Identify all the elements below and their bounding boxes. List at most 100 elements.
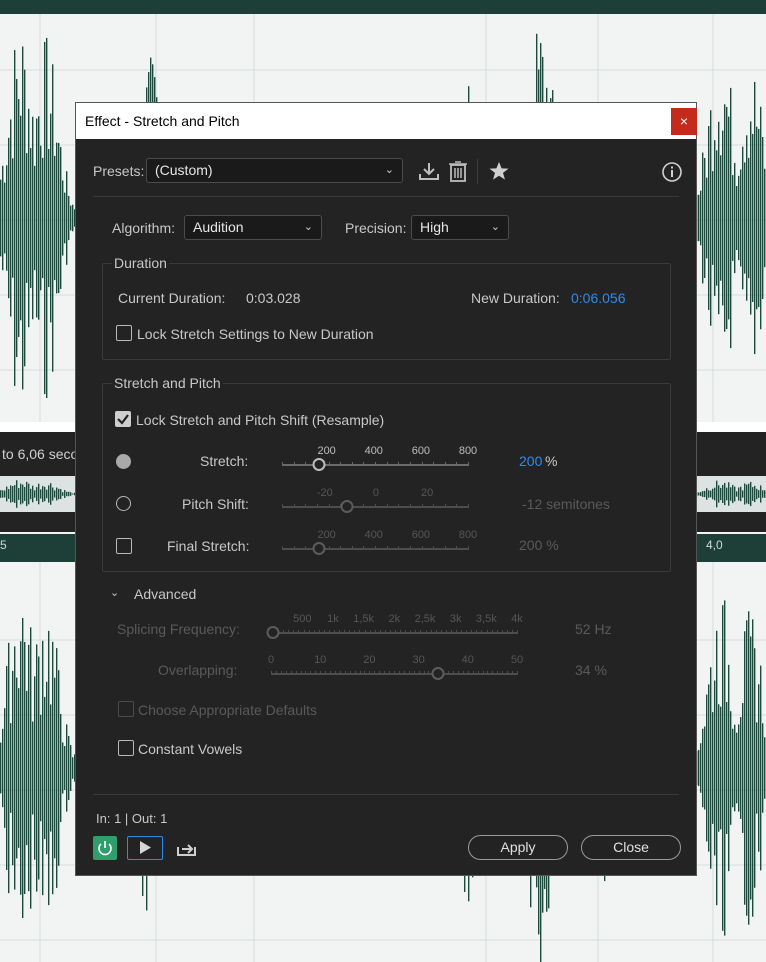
slider-tick [340, 462, 342, 466]
slider-tick [398, 546, 400, 550]
splicing-slider[interactable]: 500 1k 1,5k 2k 2,5k 3k 3,5k 4k [266, 613, 523, 643]
loop-icon[interactable] [175, 838, 199, 858]
algorithm-value: Audition [193, 219, 244, 235]
window-close-button[interactable]: × [671, 108, 697, 135]
overlapping-slider[interactable]: 0 10 20 30 40 50 [268, 654, 523, 684]
presets-dropdown[interactable]: (Custom) ⌄ [146, 158, 403, 183]
slider-tick [328, 462, 330, 466]
slider-tick [413, 671, 415, 675]
pitch-label: Pitch Shift: [182, 496, 249, 512]
slider-tick-label: 3,5k [475, 613, 497, 625]
slider-tick [364, 630, 366, 634]
slider-tick [359, 671, 361, 675]
slider-tick [300, 671, 302, 675]
slider-tick [487, 671, 489, 675]
lock-resample-checkbox[interactable] [115, 411, 131, 427]
final-stretch-slider[interactable]: 200 400 600 800 [282, 529, 477, 559]
slider-tick [375, 504, 376, 508]
slider-tick [386, 546, 388, 550]
final-stretch-checkbox[interactable] [116, 538, 132, 554]
slider-thumb[interactable] [340, 500, 354, 513]
slider-tick [433, 546, 435, 550]
slider-thumb[interactable] [312, 542, 326, 555]
trash-icon[interactable] [448, 160, 468, 182]
slider-tick [517, 630, 518, 634]
stretch-label: Stretch: [200, 453, 249, 469]
slider-tick-label: 600 [411, 445, 431, 457]
slider-tick [507, 671, 509, 675]
slider-thumb[interactable] [431, 667, 445, 680]
slider-tick [285, 671, 287, 675]
slider-tick [511, 630, 513, 634]
slider-tick [395, 630, 396, 634]
slider-tick [466, 630, 468, 634]
precision-dropdown[interactable]: High ⌄ [411, 215, 509, 240]
slider-tick [339, 630, 341, 634]
overlapping-label: Overlapping: [158, 662, 238, 678]
algorithm-dropdown[interactable]: Audition ⌄ [184, 215, 322, 240]
slider-tick [403, 671, 405, 675]
slider-tick [421, 462, 423, 466]
slider-tick-label: 2k [388, 613, 401, 625]
io-label: In: 1 | Out: 1 [96, 811, 168, 826]
apply-button[interactable]: Apply [468, 835, 568, 860]
slider-tick [433, 504, 435, 508]
slider-tick [409, 462, 411, 466]
slider-tick [271, 671, 272, 675]
slider-tick [430, 630, 432, 634]
pitch-slider[interactable]: -20 0 20 [282, 487, 469, 517]
overview-time-label: to 6,06 seco [2, 446, 79, 462]
new-duration-value[interactable]: 0:06.056 [571, 290, 626, 306]
algorithm-label: Algorithm: [112, 220, 176, 236]
slider-tick [486, 630, 488, 634]
lock-duration-checkbox[interactable] [116, 325, 132, 341]
slider-tick [305, 546, 307, 550]
slider-tick [389, 630, 391, 634]
slider-tick [303, 630, 305, 634]
chevron-down-icon[interactable]: ⌄ [110, 586, 119, 599]
slider-tick-label: 400 [364, 529, 383, 541]
slider-tick [386, 462, 388, 466]
star-icon[interactable] [488, 161, 510, 181]
slider-tick [512, 671, 514, 675]
slider-tick-label: 1,5k [353, 613, 375, 625]
chevron-down-icon: ⌄ [303, 221, 313, 233]
power-icon[interactable] [93, 836, 117, 860]
advanced-toggle[interactable]: Advanced [134, 586, 196, 602]
slider-tick [444, 504, 446, 508]
slider-tick-label: 3k [449, 613, 462, 625]
stretch-radio[interactable] [116, 454, 131, 469]
slider-tick-label: 30 [412, 654, 425, 666]
slider-thumb[interactable] [312, 458, 326, 471]
pitch-radio[interactable] [116, 496, 131, 511]
slider-tick [428, 671, 430, 675]
precision-value: High [420, 219, 449, 235]
download-icon[interactable] [418, 160, 440, 182]
slider-tick [295, 671, 297, 675]
current-duration-value: 0:03.028 [246, 290, 301, 306]
slider-tick [351, 546, 353, 550]
slider-tick [476, 630, 478, 634]
top-ruler [0, 0, 766, 14]
slider-tick [482, 671, 484, 675]
defaults-checkbox[interactable] [118, 701, 134, 717]
title-bar[interactable]: Effect - Stretch and Pitch × [76, 103, 697, 139]
slider-tick [293, 504, 295, 508]
slider-tick [409, 546, 411, 550]
constant-vowels-checkbox[interactable] [118, 740, 134, 756]
slider-tick [339, 671, 341, 675]
slider-thumb[interactable] [266, 626, 280, 639]
slider-tick [282, 462, 283, 466]
info-icon[interactable] [661, 161, 683, 183]
slider-tick [405, 630, 407, 634]
slider-tick [305, 671, 307, 675]
stretch-value[interactable]: 200 [519, 453, 542, 469]
slider-tick [334, 671, 336, 675]
slider-tick [313, 630, 315, 634]
slider-tick [394, 671, 395, 675]
slider-tick [496, 630, 498, 634]
stretch-slider[interactable]: 200 400 600 800 [282, 445, 477, 475]
slider-tick [305, 462, 307, 466]
close-button[interactable]: Close [581, 835, 681, 860]
play-button[interactable] [127, 836, 163, 860]
